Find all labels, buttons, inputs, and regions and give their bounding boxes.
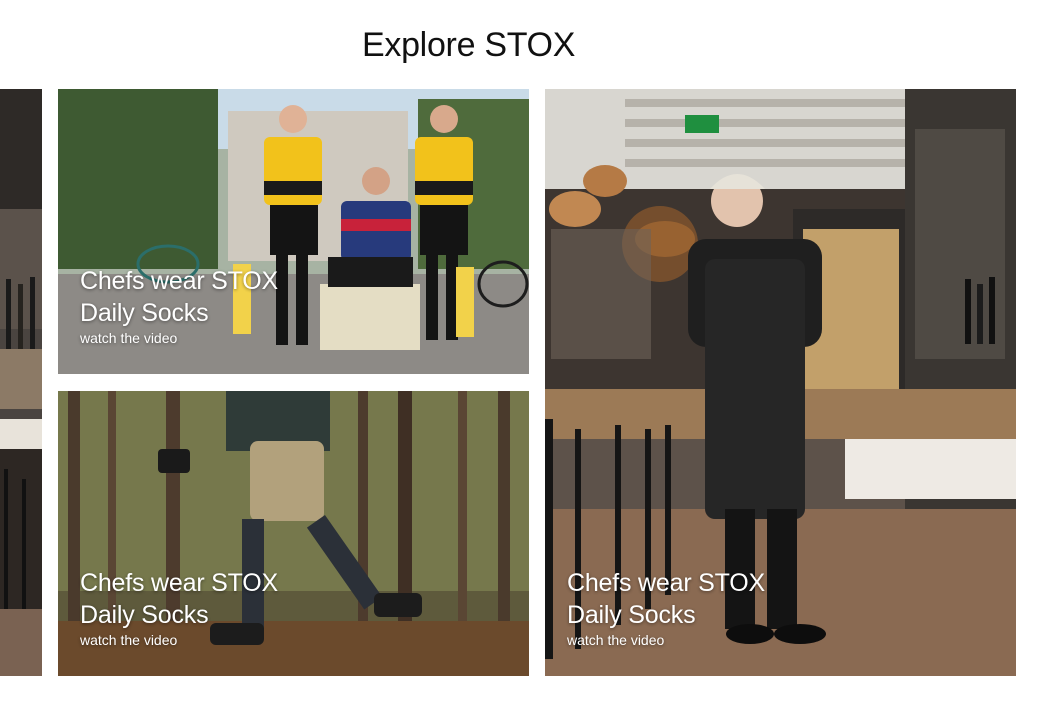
watch-video-link[interactable]: watch the video — [567, 631, 664, 649]
tile-title: Chefs wear STOX Daily Socks — [80, 569, 279, 629]
carousel-tile-partial-left[interactable] — [0, 89, 42, 676]
carousel-tile-chef[interactable]: Chefs wear STOX Daily Socks watch the vi… — [545, 89, 1016, 676]
tile-title: Chefs wear STOX Daily Socks — [80, 267, 279, 327]
tile-caption: Chefs wear STOX Daily Socks watch the vi… — [567, 567, 807, 650]
carousel-tile-forest[interactable]: Chefs wear STOX Daily Socks watch the vi… — [58, 391, 529, 676]
tile-title: Chefs wear STOX Daily Socks — [567, 569, 766, 629]
watch-video-link[interactable]: watch the video — [80, 329, 177, 347]
tile-caption: Chefs wear STOX Daily Socks watch the vi… — [80, 265, 320, 348]
tile-caption: Chefs wear STOX Daily Socks watch the vi… — [80, 567, 320, 650]
restaurant-interior-image — [0, 89, 42, 676]
carousel-tile-cyclists[interactable]: Chefs wear STOX Daily Socks watch the vi… — [58, 89, 529, 374]
section-heading: Explore STOX — [362, 26, 576, 64]
watch-video-link[interactable]: watch the video — [80, 631, 177, 649]
